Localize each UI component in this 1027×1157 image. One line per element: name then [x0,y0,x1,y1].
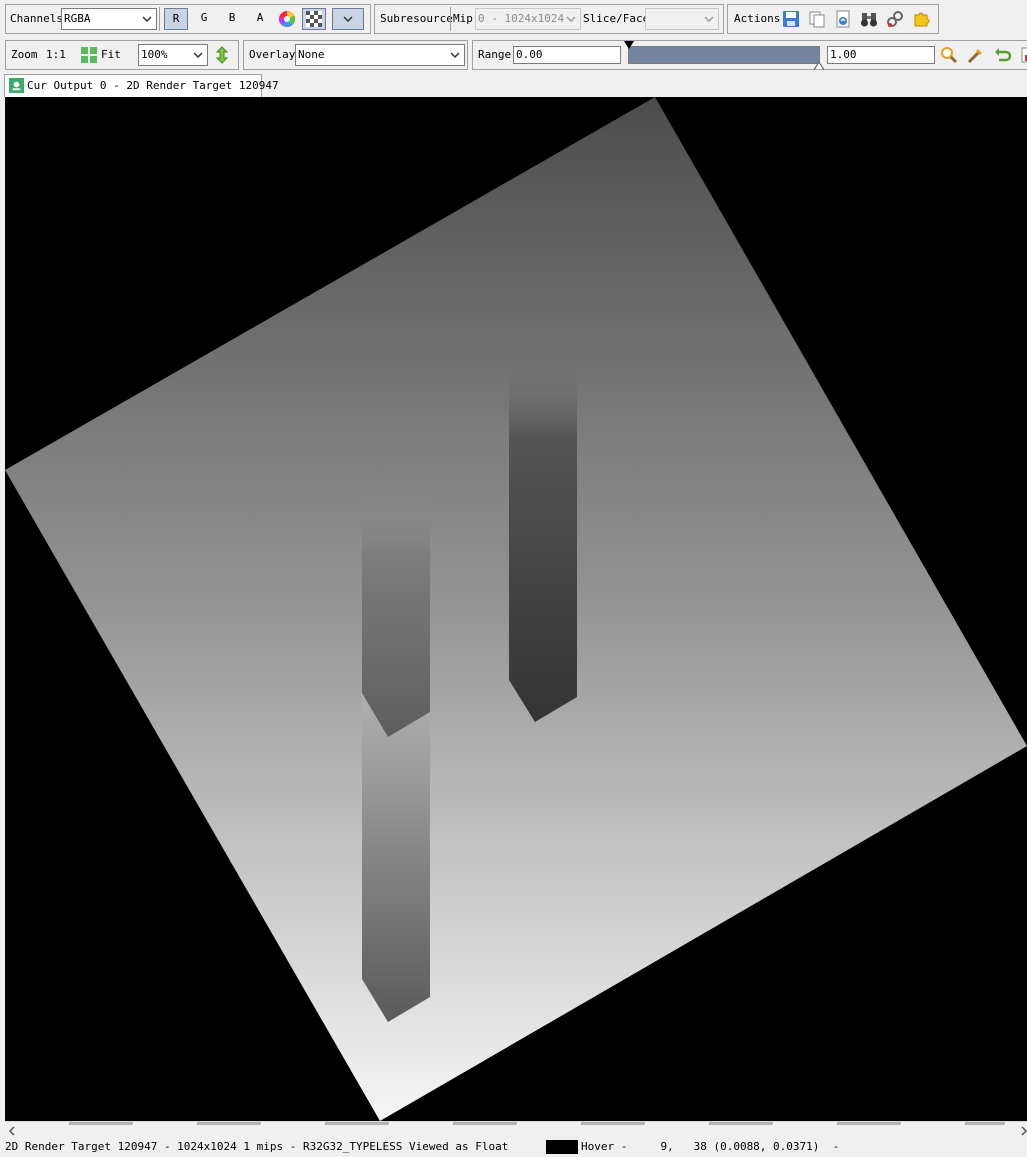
chevron-down-icon [142,16,152,23]
scroll-right-icon[interactable] [1019,1126,1027,1136]
channels-select-value: RGBA [64,12,91,25]
reset-range-icon[interactable] [994,46,1012,64]
range-slider[interactable] [628,46,820,64]
channel-b-toggle[interactable]: B [220,8,244,30]
color-wheel-icon[interactable] [278,10,296,28]
chevron-down-icon [566,16,576,23]
mip-select[interactable]: 0 - 1024x1024 [475,8,581,30]
auto-fit-range-icon[interactable] [967,46,985,64]
channels-group: Channels RGBA R G B A [5,4,371,34]
channel-r-toggle[interactable]: R [164,8,188,30]
zoom-range-icon[interactable] [940,46,958,64]
save-icon[interactable] [782,10,800,28]
open-texture-icon[interactable] [834,10,852,28]
texture-info-text: 2D Render Target 120947 - 1024x1024 1 mi… [5,1140,509,1153]
range-group: Range 0.00 1.00 [472,40,1027,70]
rendered-texture-image [5,97,1027,1121]
puzzle-icon[interactable] [912,10,930,28]
zoom-select[interactable]: 100% [138,44,208,66]
subresource-group: Subresource Mip 0 - 1024x1024 Slice/Face [374,4,724,34]
mip-select-value: 0 - 1024x1024 [478,12,565,25]
checkerboard-toggle[interactable] [302,8,326,30]
overlay-select-value: None [298,48,325,61]
checkerboard-icon [306,11,322,27]
slice-face-select[interactable] [645,8,719,30]
texture-tab-icon [9,78,24,93]
fit-button[interactable]: Fit [101,48,121,62]
goto-link-icon[interactable] [886,10,904,28]
actions-label: Actions [734,12,781,25]
range-label: Range [478,48,512,61]
channels-select[interactable]: RGBA [61,8,157,30]
hover-info-text: Hover - 9, 38 (0.0088, 0.0371) - [581,1140,840,1153]
channel-g-toggle[interactable]: G [192,8,216,30]
range-max-value: 1.00 [830,48,857,61]
separator [450,7,451,31]
range-white-handle[interactable] [814,62,824,70]
range-black-handle[interactable] [624,41,634,49]
zoom-label: Zoom [11,48,38,61]
tab-title: Cur Output 0 - 2D Render Target 120947 [27,79,279,92]
channels-label: Channels [10,12,63,25]
range-min-value: 0.00 [516,48,543,61]
separator [159,7,160,31]
fit-icon[interactable] [80,46,98,64]
pillar-shadow-lower [362,695,430,1022]
zoom-select-value: 100% [141,48,168,61]
mip-label: Mip [453,12,473,25]
subresource-label: Subresource [380,12,453,25]
scroll-left-icon[interactable] [7,1126,17,1136]
texture-viewport[interactable] [5,97,1027,1121]
status-bar: 2D Render Target 120947 - 1024x1024 1 mi… [0,1138,1027,1157]
chevron-down-icon [343,16,353,23]
zoom-1to1-button[interactable]: 1:1 [46,48,66,62]
hover-color-swatch [546,1140,578,1154]
chevron-down-icon [193,52,203,59]
chevron-down-icon [704,16,714,23]
binoculars-icon[interactable] [860,10,878,28]
overlay-group: Overlay None [243,40,468,70]
tab-cur-output[interactable]: Cur Output 0 - 2D Render Target 120947 [4,74,279,97]
range-min-input[interactable]: 0.00 [513,46,621,64]
pillar-right [509,367,577,722]
channel-options-dropdown[interactable] [332,8,364,30]
slice-face-label: Slice/Face [583,12,650,25]
chevron-down-icon [450,52,460,59]
horizontal-scrollbar[interactable] [5,1121,1027,1139]
overlay-label: Overlay [249,48,296,61]
copy-icon[interactable] [808,10,826,28]
overlay-select[interactable]: None [295,44,465,66]
actions-group: Actions [727,4,939,34]
channel-a-toggle[interactable]: A [248,8,272,30]
pillar-upper-left [362,492,430,737]
range-max-input[interactable]: 1.00 [827,46,935,64]
scroll-track-marks [5,1122,1005,1125]
flip-vertical-icon[interactable] [213,46,231,64]
histogram-icon[interactable] [1021,46,1027,64]
zoom-group: Zoom 1:1 Fit 100% [5,40,239,70]
